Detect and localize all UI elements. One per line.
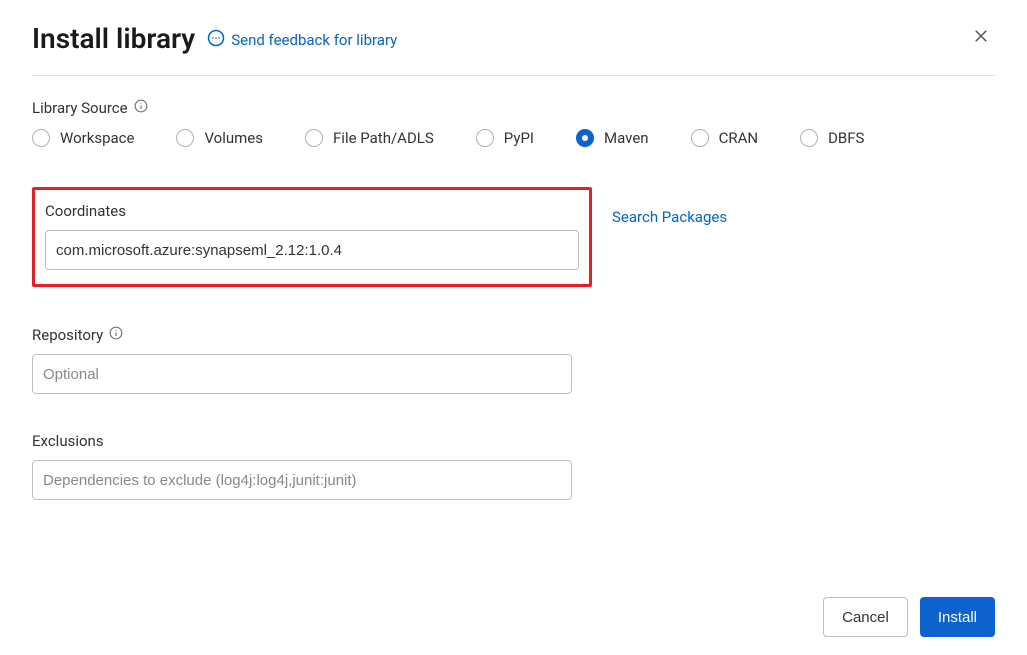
- exclusions-input[interactable]: [32, 460, 572, 500]
- repository-block: Repository: [32, 325, 995, 394]
- coordinates-highlight-box: Coordinates: [32, 187, 592, 287]
- close-icon: [972, 27, 990, 51]
- coordinates-input[interactable]: [45, 230, 579, 270]
- radio-indicator: [576, 129, 594, 147]
- info-icon[interactable]: [134, 98, 148, 117]
- radio-dbfs[interactable]: DBFS: [800, 129, 864, 147]
- radio-workspace[interactable]: Workspace: [32, 129, 134, 147]
- exclusions-block: Exclusions: [32, 432, 995, 500]
- feedback-link-label: Send feedback for library: [231, 31, 397, 49]
- radio-maven[interactable]: Maven: [576, 129, 649, 147]
- radio-indicator: [800, 129, 818, 147]
- feedback-icon: [207, 29, 225, 51]
- radio-indicator: [691, 129, 709, 147]
- library-source-label: Library Source: [32, 99, 128, 117]
- radio-label: Workspace: [60, 129, 134, 147]
- radio-label: Maven: [604, 129, 649, 147]
- repository-label-row: Repository: [32, 325, 995, 344]
- radio-label: PyPI: [504, 129, 534, 147]
- exclusions-label: Exclusions: [32, 432, 995, 450]
- install-library-dialog: Install library Send feedback for librar…: [0, 0, 1027, 532]
- radio-volumes[interactable]: Volumes: [176, 129, 263, 147]
- dialog-title: Install library: [32, 22, 195, 55]
- radio-label: Volumes: [204, 129, 263, 147]
- repository-label: Repository: [32, 326, 103, 344]
- radio-pypi[interactable]: PyPI: [476, 129, 534, 147]
- cancel-button[interactable]: Cancel: [823, 597, 908, 637]
- close-button[interactable]: [967, 25, 995, 53]
- header-left: Install library Send feedback for librar…: [32, 22, 397, 55]
- info-icon[interactable]: [109, 325, 123, 344]
- radio-file-path[interactable]: File Path/ADLS: [305, 129, 434, 147]
- radio-label: CRAN: [719, 129, 759, 147]
- radio-cran[interactable]: CRAN: [691, 129, 759, 147]
- radio-label: File Path/ADLS: [333, 129, 434, 147]
- library-source-label-row: Library Source: [32, 98, 995, 117]
- radio-indicator: [305, 129, 323, 147]
- dialog-header: Install library Send feedback for librar…: [32, 22, 995, 76]
- radio-indicator: [176, 129, 194, 147]
- coordinates-row: Coordinates Search Packages: [32, 147, 995, 287]
- feedback-link[interactable]: Send feedback for library: [207, 29, 397, 51]
- search-packages-link[interactable]: Search Packages: [612, 208, 727, 226]
- library-source-radios: Workspace Volumes File Path/ADLS PyPI Ma…: [32, 129, 995, 147]
- radio-indicator: [32, 129, 50, 147]
- radio-label: DBFS: [828, 129, 864, 147]
- repository-input[interactable]: [32, 354, 572, 394]
- install-button[interactable]: Install: [920, 597, 995, 637]
- radio-indicator: [476, 129, 494, 147]
- dialog-footer: Cancel Install: [823, 597, 995, 637]
- coordinates-label: Coordinates: [45, 202, 579, 220]
